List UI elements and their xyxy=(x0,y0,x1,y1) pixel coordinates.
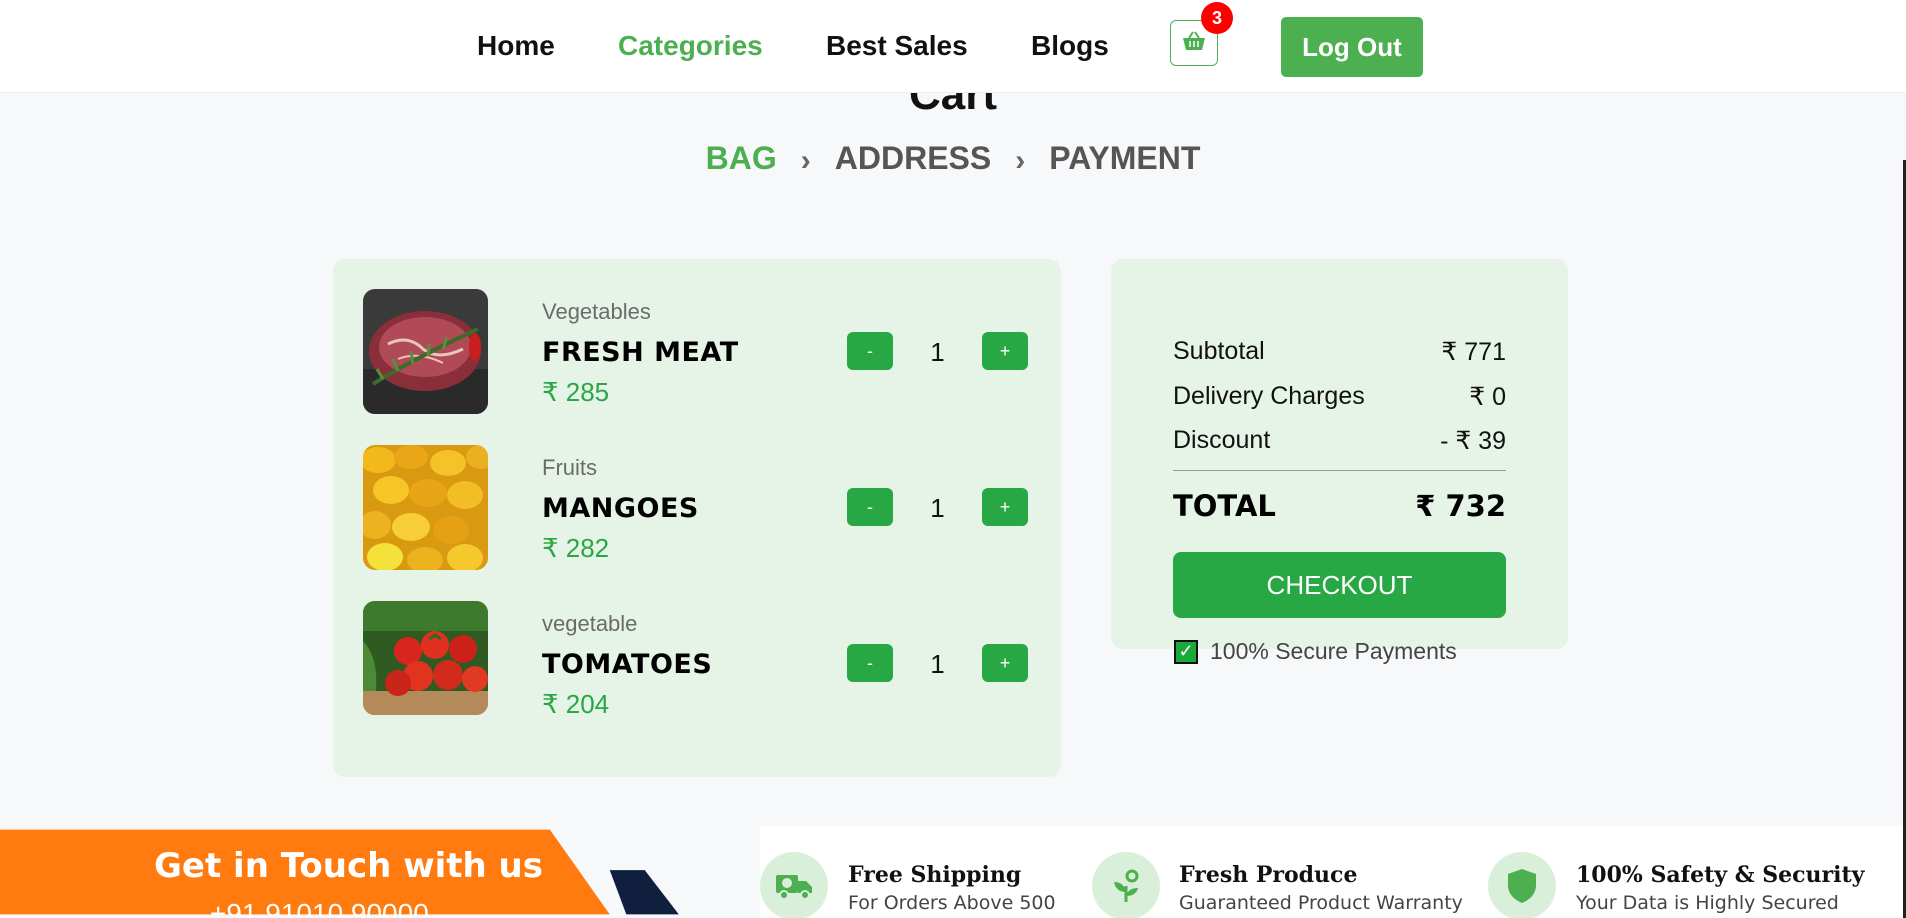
item-category: Vegetables xyxy=(542,299,651,324)
secure-payments-label: 100% Secure Payments xyxy=(1210,638,1457,664)
total-row: TOTAL ₹ 732 xyxy=(1173,489,1506,523)
fresh-meat-image xyxy=(363,289,488,414)
discount-label: Discount xyxy=(1173,426,1271,454)
check-icon: ✓ xyxy=(1174,639,1198,664)
item-price: ₹ 285 xyxy=(542,377,610,407)
cart-items-panel: Vegetables FRESH MEAT ₹ 285 - 1 + Fruits… xyxy=(333,259,1061,777)
secure-payments-note: ✓ 100% Secure Payments xyxy=(1174,638,1457,665)
cart-item: Vegetables FRESH MEAT ₹ 285 - 1 + xyxy=(363,289,1043,415)
discount-value: - ₹ 39 xyxy=(1440,427,1506,455)
step-payment[interactable]: PAYMENT xyxy=(1049,140,1200,177)
footer: Get in Touch with us +91 91010 90000 Fre… xyxy=(0,826,1906,918)
top-navbar: Home Categories Best Sales Blogs 3 Log O… xyxy=(0,0,1906,93)
item-price: ₹ 204 xyxy=(542,689,610,719)
decrease-quantity-button[interactable]: - xyxy=(847,644,893,682)
cart-count-badge: 3 xyxy=(1201,2,1233,34)
cart-item: vegetable TOMATOES ₹ 204 - 1 + xyxy=(363,601,1043,727)
step-separator-icon: › xyxy=(1015,143,1026,177)
subtotal-row: Subtotal ₹ 771 xyxy=(1173,337,1506,367)
basket-icon xyxy=(1181,30,1207,57)
checkout-button[interactable]: CHECKOUT xyxy=(1173,552,1506,618)
item-price: ₹ 282 xyxy=(542,533,610,563)
contact-phone[interactable]: +91 91010 90000 xyxy=(210,898,429,918)
feature-title: Free Shipping xyxy=(848,862,1022,888)
feature-subtitle: Guaranteed Product Warranty xyxy=(1179,892,1463,914)
feature-title: 100% Safety & Security xyxy=(1576,862,1865,888)
tomatoes-image xyxy=(363,601,488,715)
logout-button[interactable]: Log Out xyxy=(1281,17,1423,77)
total-label: TOTAL xyxy=(1173,489,1276,523)
item-name: MANGOES xyxy=(542,493,699,524)
subtotal-value: ₹ 771 xyxy=(1441,338,1506,366)
feature-subtitle: For Orders Above 500 xyxy=(848,892,1056,914)
step-separator-icon: › xyxy=(800,143,811,177)
nav-home[interactable]: Home xyxy=(477,30,555,62)
increase-quantity-button[interactable]: + xyxy=(982,644,1028,682)
nav-categories[interactable]: Categories xyxy=(618,30,763,62)
decrease-quantity-button[interactable]: - xyxy=(847,488,893,526)
order-summary-panel: Subtotal ₹ 771 Delivery Charges ₹ 0 Disc… xyxy=(1111,259,1568,649)
delivery-truck-icon xyxy=(760,852,828,918)
nav-best-sales[interactable]: Best Sales xyxy=(826,30,968,62)
subtotal-label: Subtotal xyxy=(1173,337,1265,365)
delivery-row: Delivery Charges ₹ 0 xyxy=(1173,382,1506,412)
item-name: TOMATOES xyxy=(542,649,713,680)
feature-title: Fresh Produce xyxy=(1179,862,1358,888)
total-value: ₹ 732 xyxy=(1415,489,1506,523)
contact-title: Get in Touch with us xyxy=(154,846,543,886)
increase-quantity-button[interactable]: + xyxy=(982,488,1028,526)
shield-icon xyxy=(1488,852,1556,918)
sprout-icon xyxy=(1092,852,1160,918)
discount-row: Discount - ₹ 39 xyxy=(1173,426,1506,456)
delivery-value: ₹ 0 xyxy=(1469,383,1506,411)
step-bag[interactable]: BAG xyxy=(706,140,777,177)
quantity-value: 1 xyxy=(930,493,945,523)
cart-item: Fruits MANGOES ₹ 282 - 1 + xyxy=(363,445,1043,571)
nav-blogs[interactable]: Blogs xyxy=(1031,30,1109,62)
increase-quantity-button[interactable]: + xyxy=(982,332,1028,370)
feature-subtitle: Your Data is Highly Secured xyxy=(1576,892,1839,914)
summary-divider xyxy=(1173,470,1506,471)
quantity-value: 1 xyxy=(930,337,945,367)
checkout-steps: BAG › ADDRESS › PAYMENT xyxy=(0,140,1906,177)
mangoes-image xyxy=(363,445,488,570)
item-name: FRESH MEAT xyxy=(542,337,739,368)
item-category: Fruits xyxy=(542,455,597,480)
delivery-label: Delivery Charges xyxy=(1173,382,1365,410)
quantity-value: 1 xyxy=(930,649,945,679)
decrease-quantity-button[interactable]: - xyxy=(847,332,893,370)
item-category: vegetable xyxy=(542,611,638,636)
step-address[interactable]: ADDRESS xyxy=(835,140,991,177)
